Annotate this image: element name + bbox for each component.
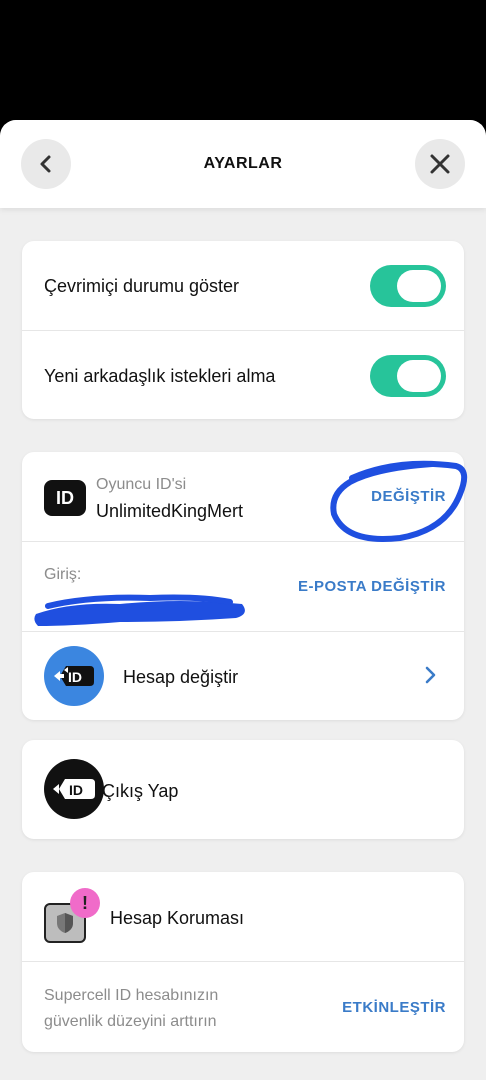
online-status-toggle[interactable] xyxy=(370,265,446,307)
friend-requests-toggle[interactable] xyxy=(370,355,446,397)
login-label: Giriş: xyxy=(44,566,82,583)
online-status-row: Çevrimiçi durumu göster xyxy=(22,241,464,330)
switch-account-label: Hesap değiştir xyxy=(123,667,239,687)
svg-text:ID: ID xyxy=(68,669,82,685)
header-bar: AYARLAR xyxy=(0,120,486,208)
online-status-label: Çevrimiçi durumu göster xyxy=(44,276,240,296)
protection-title: Hesap Koruması xyxy=(110,908,245,928)
chevron-right-icon xyxy=(425,666,436,684)
player-id-value: UnlimitedKingMert xyxy=(96,501,244,521)
change-email-button[interactable]: E-POSTA DEĞİŞTİR xyxy=(298,578,446,595)
friend-requests-row: Yeni arkadaşlık istekleri alma xyxy=(22,330,464,419)
switch-account-row[interactable]: ID Hesap değiştir xyxy=(22,631,464,720)
close-button[interactable] xyxy=(415,139,465,189)
protection-description-line2: güvenlik düzeyini arttırın xyxy=(44,1013,217,1030)
protection-description-line1: Supercell ID hesabınızın xyxy=(44,987,219,1004)
logout-label: Çıkış Yap xyxy=(102,781,179,801)
redaction-scribble xyxy=(34,594,245,626)
player-id-label: Oyuncu ID'si xyxy=(96,476,187,493)
logout-card[interactable]: ID Çıkış Yap xyxy=(22,740,464,839)
enable-protection-button[interactable]: ETKİNLEŞTİR xyxy=(342,999,446,1016)
switch-account-icon: ID xyxy=(44,646,104,706)
friend-requests-label: Yeni arkadaşlık istekleri alma xyxy=(44,366,276,386)
privacy-card: Çevrimiçi durumu göster Yeni arkadaşlık … xyxy=(22,241,464,419)
protection-header-row: ! Hesap Koruması xyxy=(22,872,464,961)
alert-badge: ! xyxy=(70,888,100,918)
account-protection-card: ! Hesap Koruması Supercell ID hesabınızı… xyxy=(22,872,464,1052)
page-title: AYARLAR xyxy=(203,155,283,172)
logout-icon: ID xyxy=(44,759,104,819)
svg-text:ID: ID xyxy=(69,782,83,798)
close-icon xyxy=(430,154,450,174)
id-icon: ID xyxy=(44,480,86,516)
circle-annotation xyxy=(330,460,468,542)
protection-action-row: Supercell ID hesabınızın güvenlik düzeyi… xyxy=(22,961,464,1052)
